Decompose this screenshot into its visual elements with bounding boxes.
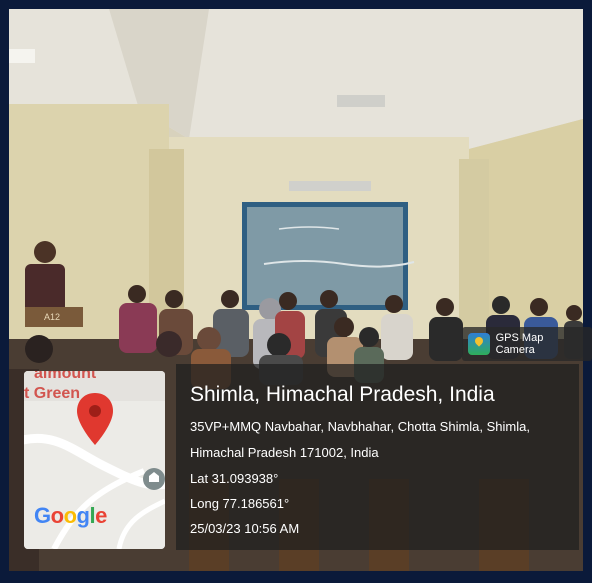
photo-frame: A12 GPS Map Camera almount t Green Googl… xyxy=(0,0,592,583)
map-label-fragment-1: almount xyxy=(34,371,97,382)
gps-camera-app-icon xyxy=(468,333,490,355)
address-line-2: Himachal Pradesh 171002, India xyxy=(190,445,379,460)
map-label-fragment-2: t Green xyxy=(24,385,81,402)
datetime: 25/03/23 10:56 AM xyxy=(190,521,300,536)
map-thumbnail: almount t Green Google xyxy=(24,371,165,549)
address-line-1: 35VP+MMQ Navbahar, Navbhahar, Chotta Shi… xyxy=(190,419,530,434)
podium-label: A12 xyxy=(44,312,61,322)
location-title: Shimla, Himachal Pradesh, India xyxy=(190,383,495,406)
gps-camera-badge: GPS Map Camera xyxy=(462,327,592,361)
google-logo: Google xyxy=(34,503,107,528)
latitude: Lat 31.093938° xyxy=(190,471,279,486)
longitude: Long 77.186561° xyxy=(190,496,290,511)
gps-camera-label: GPS Map Camera xyxy=(495,332,544,356)
